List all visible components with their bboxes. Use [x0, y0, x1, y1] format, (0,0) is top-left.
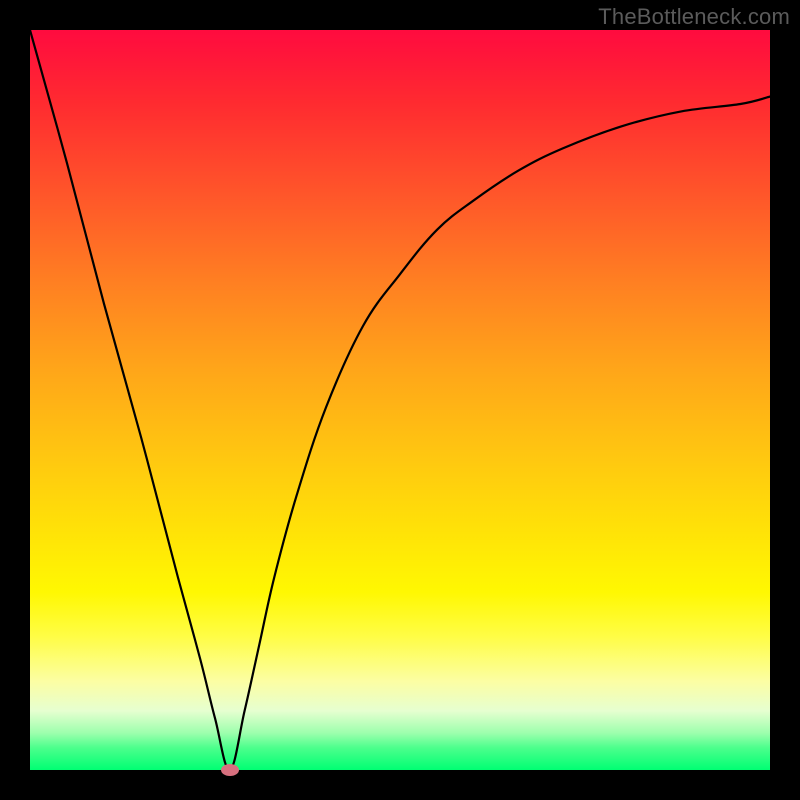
bottleneck-curve	[30, 30, 770, 770]
curve-svg	[30, 30, 770, 770]
optimum-marker	[221, 764, 239, 776]
watermark-text: TheBottleneck.com	[598, 4, 790, 30]
chart-frame: TheBottleneck.com	[0, 0, 800, 800]
plot-area	[30, 30, 770, 770]
